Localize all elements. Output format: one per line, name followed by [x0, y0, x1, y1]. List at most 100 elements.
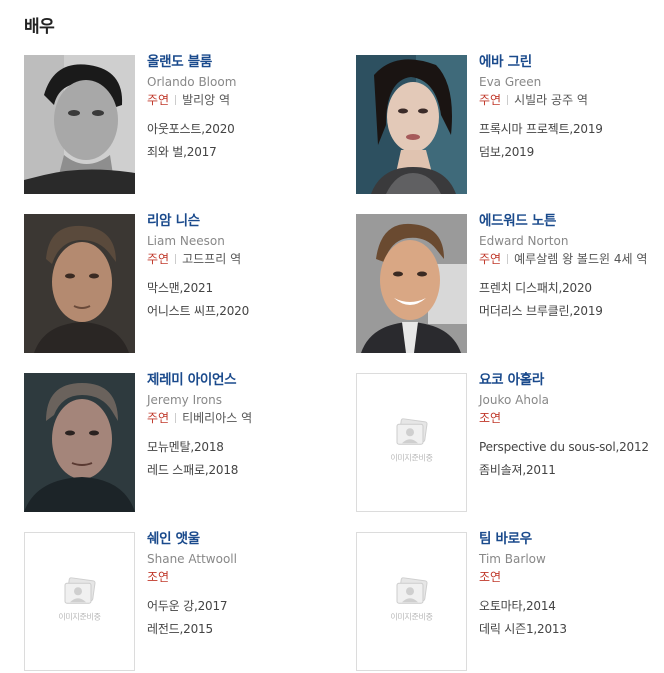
role-line: 주연 발리앙 역: [147, 91, 327, 109]
portrait-image: [356, 55, 467, 194]
divider: [175, 254, 177, 264]
role-type: 주연: [147, 93, 170, 107]
role-type: 주연: [147, 411, 170, 425]
actor-name-link[interactable]: 팀 바로우: [479, 531, 659, 547]
role-type: 주연: [479, 252, 502, 266]
section-title: 배우: [24, 17, 55, 37]
actor-english-name: Eva Green: [479, 75, 542, 89]
film-link[interactable]: 덤보,2019: [479, 141, 659, 164]
actor-photo[interactable]: [356, 55, 467, 194]
filmography-list: Perspective du sous-sol,2012 좀비솔져,2011: [479, 436, 659, 482]
filmography-list: 프렌치 디스패치,2020 머더리스 브루클린,2019: [479, 277, 659, 323]
divider: [507, 95, 509, 105]
actor-info: 올랜도 블룸 Orlando Bloom 주연 발리앙 역 아웃포스트,2020 …: [147, 54, 327, 164]
portrait-image: [24, 55, 135, 194]
role-line: 주연 고드프리 역: [147, 250, 327, 268]
character-role: 티베리아스 역: [182, 411, 253, 425]
character-role: 시빌라 공주 역: [514, 93, 588, 107]
film-link[interactable]: 모뉴멘탈,2018: [147, 436, 327, 459]
film-link[interactable]: 데릭 시즌1,2013: [479, 618, 659, 641]
actor-info: 요코 아홀라 Jouko Ahola 조연 Perspective du sou…: [479, 372, 659, 482]
role-type: 조연: [479, 570, 502, 584]
actor-card: 이미지준비중 요코 아홀라 Jouko Ahola 조연 Perspective…: [356, 372, 659, 515]
role-line: 주연 시빌라 공주 역: [479, 91, 659, 109]
role-type: 주연: [479, 93, 502, 107]
image-placeholder-icon: [64, 576, 96, 604]
actor-photo[interactable]: [24, 55, 135, 194]
film-link[interactable]: 막스맨,2021: [147, 277, 327, 300]
portrait-image: [356, 214, 467, 353]
role-line: 조연: [147, 568, 327, 586]
actor-name-link[interactable]: 제레미 아이언스: [147, 372, 327, 388]
film-link[interactable]: 죄와 벌,2017: [147, 141, 327, 164]
filmography-list: 막스맨,2021 어니스트 씨프,2020: [147, 277, 327, 323]
actor-info: 리암 니슨 Liam Neeson 주연 고드프리 역 막스맨,2021 어니스트…: [147, 213, 327, 323]
character-role: 고드프리 역: [182, 252, 242, 266]
actor-name-link[interactable]: 요코 아홀라: [479, 372, 659, 388]
film-link[interactable]: 어니스트 씨프,2020: [147, 300, 327, 323]
character-role: 예루살렘 왕 볼드윈 4세 역: [514, 252, 648, 266]
role-line: 조연: [479, 409, 659, 427]
divider: [175, 413, 177, 423]
filmography-list: 아웃포스트,2020 죄와 벌,2017: [147, 118, 327, 164]
placeholder-text: 이미지준비중: [390, 611, 433, 621]
placeholder-text: 이미지준비중: [390, 452, 433, 462]
actor-english-name: Shane Attwooll: [147, 552, 237, 566]
filmography-list: 오토마타,2014 데릭 시즌1,2013: [479, 595, 659, 641]
role-line: 주연 예루살렘 왕 볼드윈 4세 역: [479, 250, 659, 268]
actor-info: 에드워드 노튼 Edward Norton 주연 예루살렘 왕 볼드윈 4세 역 …: [479, 213, 659, 323]
actor-photo[interactable]: [24, 373, 135, 512]
actor-photo[interactable]: [356, 214, 467, 353]
actor-info: 제레미 아이언스 Jeremy Irons 주연 티베리아스 역 모뉴멘탈,201…: [147, 372, 327, 482]
filmography-list: 어두운 강,2017 레전드,2015: [147, 595, 327, 641]
actor-photo-placeholder[interactable]: 이미지준비중: [356, 373, 467, 512]
actor-name-link[interactable]: 리암 니슨: [147, 213, 327, 229]
role-line: 주연 티베리아스 역: [147, 409, 327, 427]
actor-info: 팀 바로우 Tim Barlow 조연 오토마타,2014 데릭 시즌1,201…: [479, 531, 659, 641]
role-type: 주연: [147, 252, 170, 266]
actor-english-name: Tim Barlow: [479, 552, 546, 566]
placeholder-content: 이미지준비중: [382, 576, 442, 622]
film-link[interactable]: 머더리스 브루클린,2019: [479, 300, 659, 323]
actor-name-link[interactable]: 올랜도 블룸: [147, 54, 327, 70]
actor-name-link[interactable]: 에드워드 노튼: [479, 213, 659, 229]
actor-card: 이미지준비중 팀 바로우 Tim Barlow 조연 오토마타,2014 데릭 …: [356, 531, 659, 673]
image-placeholder-icon: [396, 576, 428, 604]
actor-card: 에드워드 노튼 Edward Norton 주연 예루살렘 왕 볼드윈 4세 역 …: [356, 213, 659, 356]
role-type: 조연: [147, 570, 170, 584]
character-role: 발리앙 역: [182, 93, 231, 107]
film-link[interactable]: 좀비솔져,2011: [479, 459, 659, 482]
filmography-list: 프록시마 프로젝트,2019 덤보,2019: [479, 118, 659, 164]
actor-photo-placeholder[interactable]: 이미지준비중: [24, 532, 135, 671]
film-link[interactable]: 레드 스패로,2018: [147, 459, 327, 482]
actor-english-name: Edward Norton: [479, 234, 569, 248]
actor-card: 리암 니슨 Liam Neeson 주연 고드프리 역 막스맨,2021 어니스트…: [24, 213, 327, 356]
actor-photo-placeholder[interactable]: 이미지준비중: [356, 532, 467, 671]
actor-name-link[interactable]: 쉐인 앳울: [147, 531, 327, 547]
divider: [175, 95, 177, 105]
actor-card: 제레미 아이언스 Jeremy Irons 주연 티베리아스 역 모뉴멘탈,201…: [24, 372, 327, 515]
role-type: 조연: [479, 411, 502, 425]
actor-card: 에바 그린 Eva Green 주연 시빌라 공주 역 프록시마 프로젝트,201…: [356, 54, 659, 197]
role-line: 조연: [479, 568, 659, 586]
placeholder-text: 이미지준비중: [58, 611, 101, 621]
portrait-image: [24, 373, 135, 512]
image-placeholder-icon: [396, 417, 428, 445]
film-link[interactable]: 오토마타,2014: [479, 595, 659, 618]
film-link[interactable]: Perspective du sous-sol,2012: [479, 436, 659, 459]
film-link[interactable]: 레전드,2015: [147, 618, 327, 641]
placeholder-content: 이미지준비중: [382, 417, 442, 463]
film-link[interactable]: 어두운 강,2017: [147, 595, 327, 618]
filmography-list: 모뉴멘탈,2018 레드 스패로,2018: [147, 436, 327, 482]
actor-english-name: Jeremy Irons: [147, 393, 222, 407]
divider: [507, 254, 509, 264]
actor-info: 쉐인 앳울 Shane Attwooll 조연 어두운 강,2017 레전드,2…: [147, 531, 327, 641]
actor-photo[interactable]: [24, 214, 135, 353]
actor-name-link[interactable]: 에바 그린: [479, 54, 659, 70]
actor-english-name: Liam Neeson: [147, 234, 225, 248]
film-link[interactable]: 프록시마 프로젝트,2019: [479, 118, 659, 141]
film-link[interactable]: 아웃포스트,2020: [147, 118, 327, 141]
film-link[interactable]: 프렌치 디스패치,2020: [479, 277, 659, 300]
actor-english-name: Jouko Ahola: [479, 393, 550, 407]
actor-info: 에바 그린 Eva Green 주연 시빌라 공주 역 프록시마 프로젝트,201…: [479, 54, 659, 164]
